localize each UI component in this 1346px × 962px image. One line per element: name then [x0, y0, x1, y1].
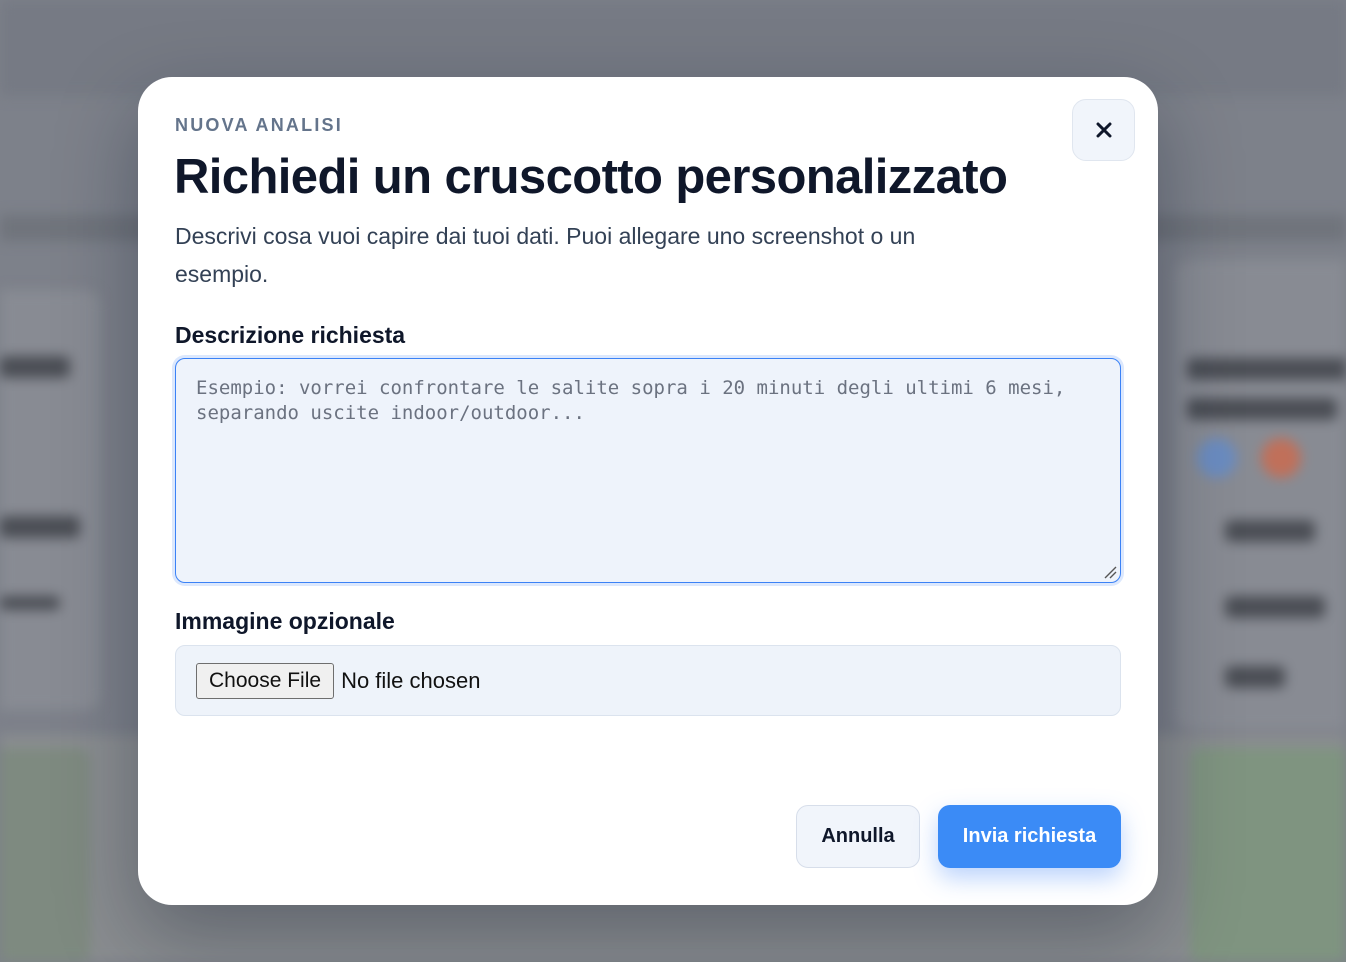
file-input[interactable]: Choose File No file chosen: [175, 645, 1121, 716]
background-bar: [1225, 520, 1315, 542]
background-bar: [1187, 398, 1337, 420]
description-label: Descrizione richiesta: [175, 322, 406, 348]
background-bar: [1187, 358, 1346, 380]
background-bar: [0, 516, 80, 538]
submit-request-button[interactable]: Invia richiesta: [938, 805, 1121, 868]
background-avatar: [1261, 438, 1301, 478]
image-label: Immagine opzionale: [175, 608, 395, 634]
background-card-right: [1175, 260, 1346, 730]
modal-eyebrow: NUOVA ANALISI: [175, 115, 343, 135]
file-status: No file chosen: [341, 667, 481, 693]
background-tile: [1190, 748, 1346, 962]
background-card-left: [0, 290, 100, 710]
background-bar: [0, 356, 70, 378]
background-avatar: [1197, 438, 1237, 478]
close-button[interactable]: [1072, 99, 1135, 161]
background-bar: [0, 596, 60, 610]
cancel-button[interactable]: Annulla: [796, 805, 920, 868]
close-icon: [1096, 122, 1111, 138]
background-tile: [0, 748, 90, 962]
modal-title: Richiedi un cruscotto personalizzato: [174, 150, 1008, 204]
modal-subtitle: Descrivi cosa vuoi capire dai tuoi dati.…: [175, 223, 916, 287]
background-bar: [1225, 596, 1325, 618]
choose-file-button[interactable]: Choose File: [196, 662, 335, 699]
request-dashboard-modal: NUOVA ANALISI Richiedi un cruscotto pers…: [138, 77, 1158, 905]
description-textarea[interactable]: [175, 358, 1121, 583]
background-bar: [1225, 666, 1285, 688]
